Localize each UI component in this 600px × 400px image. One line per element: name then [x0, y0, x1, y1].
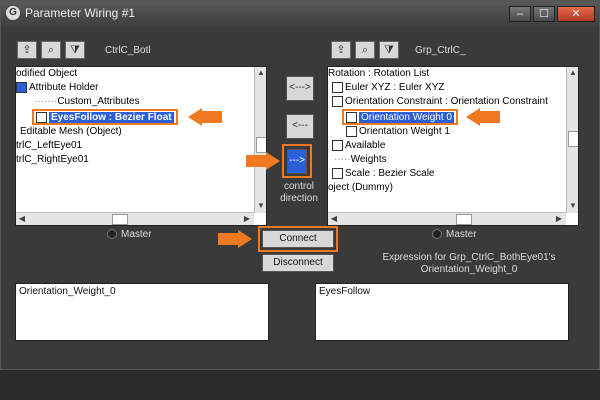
- left-master-radio[interactable]: [107, 229, 117, 239]
- disconnect-button[interactable]: Disconnect: [262, 254, 334, 272]
- left-tree-view[interactable]: odified Object Attribute Holder ·······C…: [15, 66, 267, 226]
- right-expression-field[interactable]: EyesFollow: [315, 283, 569, 341]
- tree-item[interactable]: Orientation Weight 1: [346, 125, 450, 139]
- scroll-up-icon[interactable]: ▲: [256, 68, 266, 78]
- folder-up-icon[interactable]: ⇪: [17, 41, 37, 59]
- folder-up-icon[interactable]: ⇪: [331, 41, 351, 59]
- tree-item[interactable]: Scale : Bezier Scale: [332, 167, 435, 181]
- tree-item[interactable]: trlC_LeftEye01: [16, 139, 82, 153]
- controller-icon: [332, 139, 343, 151]
- constraint-icon: [332, 95, 343, 107]
- tree-item[interactable]: ·····Weights: [334, 153, 387, 167]
- right-expression-text: EyesFollow: [319, 286, 371, 297]
- tree-item[interactable]: Editable Mesh (Object): [20, 125, 122, 139]
- callout-arrow-connect: [218, 230, 252, 248]
- tree-item-label: Attribute Holder: [29, 82, 99, 93]
- tree-item[interactable]: Orientation Constraint : Orientation Con…: [332, 95, 548, 109]
- horizontal-scrollbar[interactable]: ◀ ▶: [16, 212, 254, 225]
- tree-item-label: Scale : Bezier Scale: [345, 168, 435, 179]
- callout-arrow-right-tree: [466, 108, 500, 126]
- left-panel-label: CtrlC_Botl: [105, 45, 151, 56]
- right-master-label: Master: [446, 229, 477, 240]
- filter-icon[interactable]: ⧩: [65, 41, 85, 59]
- tree-item-label: EyesFollow : Bezier Float: [49, 112, 174, 123]
- tree-item-selected[interactable]: Orientation Weight 0: [342, 109, 458, 125]
- attribute-icon: [16, 81, 27, 93]
- right-panel-label: Grp_CtrlC_: [415, 45, 466, 56]
- callout-arrow-direction: [246, 152, 280, 170]
- scroll-down-icon[interactable]: ▼: [568, 201, 578, 211]
- tree-item[interactable]: odified Object: [16, 67, 77, 81]
- right-master-radio[interactable]: [432, 229, 442, 239]
- float-param-icon: [346, 125, 357, 137]
- float-param-icon: [346, 111, 357, 123]
- parameter-wiring-window: G Parameter Wiring #1 – ☐ ✕ ⇪ ⌕ ⧩ CtrlC_…: [0, 0, 600, 370]
- scroll-thumb[interactable]: [456, 214, 472, 225]
- connect-button[interactable]: Connect: [262, 230, 334, 248]
- scroll-thumb[interactable]: [256, 137, 266, 153]
- tree-item-label: Available: [345, 140, 386, 151]
- tree-item-selected[interactable]: EyesFollow : Bezier Float: [32, 109, 178, 125]
- tree-item[interactable]: Attribute Holder: [16, 81, 98, 95]
- tree-item-label: Editable Mesh (Object): [20, 126, 122, 137]
- tree-dots: ·····: [334, 154, 351, 165]
- left-to-right-button[interactable]: --->: [287, 149, 307, 174]
- controller-icon: [332, 167, 343, 179]
- scroll-left-icon[interactable]: ◀: [17, 214, 27, 224]
- close-button[interactable]: ✕: [557, 6, 595, 22]
- tree-item-label: Orientation Weight 1: [359, 126, 450, 137]
- left-expression-field[interactable]: Orientation_Weight_0: [15, 283, 269, 341]
- tree-dots: ·······: [34, 96, 58, 107]
- binoculars-icon[interactable]: ⌕: [355, 41, 375, 59]
- app-icon: G: [6, 6, 20, 20]
- tree-item-label: odified Object: [16, 68, 78, 79]
- controller-icon: [332, 81, 343, 93]
- tree-item[interactable]: ·······Custom_Attributes: [34, 95, 140, 109]
- binoculars-icon[interactable]: ⌕: [41, 41, 61, 59]
- tree-item-label: oject (Dummy): [328, 182, 394, 193]
- two-way-connection-button[interactable]: <--->: [286, 76, 314, 101]
- tree-item-label: Orientation Constraint : Orientation Con…: [345, 96, 548, 107]
- left-master-label: Master: [121, 229, 152, 240]
- filter-icon[interactable]: ⧩: [379, 41, 399, 59]
- tree-item[interactable]: Available: [332, 139, 385, 153]
- scroll-right-icon[interactable]: ▶: [554, 214, 564, 224]
- expression-heading: Expression for Grp_CtrlC_BothEye01's Ori…: [382, 252, 556, 275]
- scroll-down-icon[interactable]: ▼: [256, 201, 266, 211]
- tree-item-label: trlC_LeftEye01: [16, 140, 83, 151]
- right-tree-view[interactable]: Rotation : Rotation List Euler XYZ : Eul…: [327, 66, 579, 226]
- scroll-thumb[interactable]: [568, 131, 578, 147]
- tree-item-label: Orientation Weight 0: [359, 112, 454, 123]
- control-direction-label: control direction: [280, 181, 318, 204]
- left-expression-text: Orientation_Weight_0: [19, 286, 116, 297]
- vertical-scrollbar[interactable]: ▲ ▼: [254, 67, 266, 213]
- scroll-right-icon[interactable]: ▶: [242, 214, 252, 224]
- right-to-left-button[interactable]: <---: [286, 114, 314, 139]
- horizontal-scrollbar[interactable]: ◀ ▶: [328, 212, 566, 225]
- tree-item-label: Custom_Attributes: [57, 96, 140, 107]
- tree-item-label: Weights: [350, 154, 387, 165]
- callout-arrow-left-tree: [188, 108, 222, 126]
- float-param-icon: [36, 111, 47, 123]
- tree-item-label: Rotation : Rotation List: [328, 68, 430, 79]
- scroll-left-icon[interactable]: ◀: [329, 214, 339, 224]
- tree-item[interactable]: oject (Dummy): [328, 181, 393, 195]
- tree-item[interactable]: Rotation : Rotation List: [328, 67, 429, 81]
- maximize-button[interactable]: ☐: [533, 6, 555, 22]
- tree-item-label: Euler XYZ : Euler XYZ: [345, 82, 445, 93]
- minimize-button[interactable]: –: [509, 6, 531, 22]
- scroll-up-icon[interactable]: ▲: [568, 68, 578, 78]
- vertical-scrollbar[interactable]: ▲ ▼: [566, 67, 578, 213]
- title-bar[interactable]: G Parameter Wiring #1 – ☐ ✕: [1, 1, 599, 27]
- tree-item[interactable]: trlC_RightEye01: [16, 153, 89, 167]
- tree-item[interactable]: Euler XYZ : Euler XYZ: [332, 81, 444, 95]
- window-title: Parameter Wiring #1: [25, 6, 136, 20]
- tree-item-label: trlC_RightEye01: [16, 154, 89, 165]
- scroll-thumb[interactable]: [112, 214, 128, 225]
